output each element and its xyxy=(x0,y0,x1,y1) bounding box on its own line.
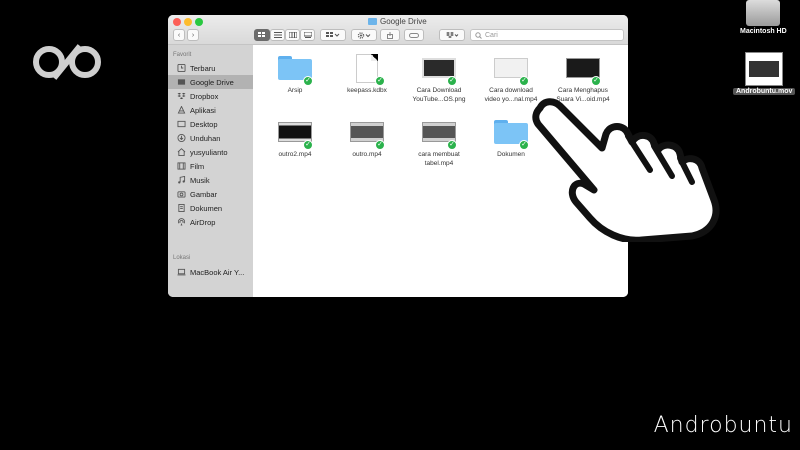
sync-check-icon: ✓ xyxy=(375,140,385,150)
desktop-icon xyxy=(177,120,186,128)
sidebar-item-musik[interactable]: Musik xyxy=(168,173,253,187)
movie-file-icon xyxy=(745,52,784,86)
file-item-cara-membuat-tabel[interactable]: ✓ cara membuat tabel.mp4 xyxy=(404,117,474,168)
airdrop-icon xyxy=(177,218,186,226)
music-icon xyxy=(178,176,186,184)
icon-view-button[interactable] xyxy=(254,29,270,41)
sidebar-item-gambar[interactable]: Gambar xyxy=(168,187,253,201)
sidebar: Favorit Terbaru Google Drive Dropbox Apl… xyxy=(168,45,253,297)
back-button[interactable]: ‹ xyxy=(173,29,185,41)
sidebar-item-dropbox[interactable]: Dropbox xyxy=(168,89,253,103)
zoom-button[interactable] xyxy=(195,18,203,26)
action-button[interactable] xyxy=(351,29,377,41)
sidebar-item-desktop[interactable]: Desktop xyxy=(168,117,253,131)
tags-button[interactable] xyxy=(404,29,424,41)
video-thumbnail-icon xyxy=(494,58,528,78)
sync-check-icon: ✓ xyxy=(303,140,313,150)
share-button[interactable] xyxy=(380,29,400,41)
image-thumbnail-icon xyxy=(422,58,456,78)
sync-check-icon: ✓ xyxy=(591,76,601,86)
camera-icon xyxy=(177,191,186,198)
sync-check-icon: ✓ xyxy=(375,76,385,86)
dropbox-icon xyxy=(177,92,186,100)
search-field[interactable]: Cari xyxy=(470,29,624,41)
drive-folder-icon xyxy=(177,79,186,85)
watermark: Androbuntu xyxy=(653,413,793,438)
list-icon xyxy=(273,32,282,38)
sidebar-item-google-drive[interactable]: Google Drive xyxy=(168,75,253,89)
sidebar-item-airdrop[interactable]: AirDrop xyxy=(168,215,253,229)
sidebar-section-locations: Lokasi xyxy=(173,255,191,261)
dropbox-button[interactable] xyxy=(439,29,465,41)
sidebar-item-aplikasi[interactable]: Aplikasi xyxy=(168,103,253,117)
window-title: Google Drive xyxy=(368,17,427,26)
columns-icon xyxy=(288,32,297,38)
video-thumbnail-icon xyxy=(566,58,600,78)
file-item-outro[interactable]: ✓ outro.mp4 xyxy=(332,117,402,159)
gallery-icon xyxy=(303,32,312,38)
laptop-icon xyxy=(177,268,186,276)
search-placeholder: Cari xyxy=(485,31,498,39)
film-icon xyxy=(177,162,186,170)
sidebar-item-dokumen[interactable]: Dokumen xyxy=(168,201,253,215)
home-icon xyxy=(177,148,186,156)
file-item-outro2[interactable]: ✓ outro2.mp4 xyxy=(260,117,330,159)
video-thumbnail-icon xyxy=(422,122,456,142)
folder-icon xyxy=(368,18,377,25)
search-icon xyxy=(475,31,482,39)
column-view-button[interactable] xyxy=(285,29,300,41)
sidebar-item-unduhan[interactable]: Unduhan xyxy=(168,131,253,145)
sidebar-item-terbaru[interactable]: Terbaru xyxy=(168,61,253,75)
minimize-button[interactable] xyxy=(184,18,192,26)
pointing-hand-icon xyxy=(532,98,720,242)
forward-button[interactable]: › xyxy=(187,29,199,41)
sidebar-item-yusyulianto[interactable]: yusyulianto xyxy=(168,145,253,159)
gallery-view-button[interactable] xyxy=(300,29,315,41)
desktop-item-macintosh-hd[interactable]: Macintosh HD xyxy=(740,0,787,35)
window-titlebar: Google Drive ‹ › Cari xyxy=(168,15,628,45)
close-button[interactable] xyxy=(173,18,181,26)
sync-check-icon: ✓ xyxy=(519,140,529,150)
share-icon xyxy=(387,31,393,39)
file-item-cara-download-youtube[interactable]: ✓ Cara Download YouTube...OS.png xyxy=(404,53,474,104)
sidebar-section-favorites: Favorit xyxy=(173,52,192,58)
group-icon xyxy=(326,32,340,37)
video-thumbnail-icon xyxy=(350,122,384,142)
desktop-item-androbuntu-mov[interactable]: Androbuntu.mov xyxy=(733,52,796,95)
group-button[interactable] xyxy=(320,29,346,41)
clock-icon xyxy=(177,64,186,72)
dropbox-icon xyxy=(446,31,459,38)
sync-check-icon: ✓ xyxy=(447,140,457,150)
file-item-arsip[interactable]: ✓ Arsip xyxy=(260,53,330,95)
grid-icon xyxy=(258,32,265,37)
sidebar-item-film[interactable]: Film xyxy=(168,159,253,173)
sidebar-item-macbook[interactable]: MacBook Air Y... xyxy=(168,265,253,279)
sync-check-icon: ✓ xyxy=(519,76,529,86)
list-view-button[interactable] xyxy=(270,29,285,41)
tag-icon xyxy=(409,32,419,38)
sync-check-icon: ✓ xyxy=(447,76,457,86)
sync-check-icon: ✓ xyxy=(303,76,313,86)
video-thumbnail-icon xyxy=(278,122,312,142)
download-icon xyxy=(177,134,186,142)
file-item-keepass[interactable]: ✓ keepass.kdbx xyxy=(332,53,402,95)
hard-drive-icon xyxy=(746,0,781,26)
gear-icon xyxy=(357,31,371,39)
document-icon xyxy=(178,204,185,212)
apps-icon xyxy=(177,106,186,114)
androbuntu-logo-icon xyxy=(33,44,101,80)
